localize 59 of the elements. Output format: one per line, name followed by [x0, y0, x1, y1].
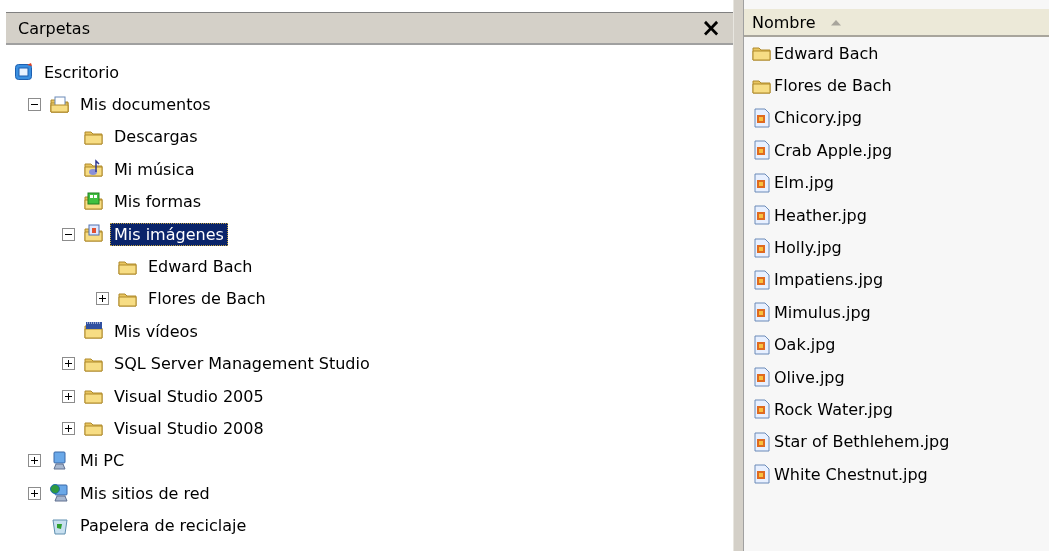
video-folder-icon: [84, 321, 104, 342]
expand-toggle-icon[interactable]: [62, 422, 75, 435]
file-list-item[interactable]: Elm.jpg: [774, 173, 834, 193]
image-file-icon: [752, 302, 772, 323]
folder-tree-item[interactable]: Mis imágenes: [110, 222, 228, 246]
file-list-item[interactable]: Edward Bach: [774, 43, 879, 63]
folder-tree-item[interactable]: Escritorio: [40, 60, 124, 84]
folder-tree-item[interactable]: Mis sitios de red: [76, 481, 214, 505]
documents-folder-icon: [50, 94, 70, 115]
close-button[interactable]: ×: [696, 16, 725, 40]
image-file-icon: [752, 107, 772, 128]
image-file-icon: [752, 367, 772, 388]
file-list-item[interactable]: Holly.jpg: [774, 238, 842, 258]
file-list-item[interactable]: Mimulus.jpg: [774, 302, 871, 322]
file-list-item[interactable]: Rock Water.jpg: [774, 400, 893, 419]
file-list-item[interactable]: Chicory.jpg: [774, 108, 862, 128]
file-list-item[interactable]: Star of Bethlehem.jpg: [774, 432, 950, 452]
folder-tree-item[interactable]: Visual Studio 2005: [110, 384, 268, 408]
image-file-icon: [752, 172, 772, 193]
collapse-toggle-icon[interactable]: [62, 227, 75, 241]
folder-tree-item[interactable]: Mis documentos: [76, 93, 215, 117]
file-list-item[interactable]: Oak.jpg: [774, 335, 836, 355]
file-list-item[interactable]: Flores de Bach: [774, 76, 892, 96]
folder-tree-item[interactable]: Mi música: [110, 157, 199, 181]
expand-toggle-icon[interactable]: [28, 486, 41, 500]
image-file-icon: [752, 334, 772, 355]
file-list-item[interactable]: Heather.jpg: [774, 205, 867, 225]
image-file-icon: [752, 140, 772, 161]
file-list-item[interactable]: Olive.jpg: [774, 367, 845, 387]
folder-tree-item[interactable]: Mis formas: [110, 190, 206, 214]
image-file-icon: [752, 269, 772, 290]
folder-tree-item[interactable]: Edward Bach: [144, 255, 257, 279]
folder-tree-item[interactable]: Visual Studio 2008: [110, 417, 268, 440]
file-list-item[interactable]: Impatiens.jpg: [774, 270, 884, 290]
music-folder-icon: [84, 159, 104, 180]
file-list-item[interactable]: White Chestnut.jpg: [774, 464, 928, 484]
expand-toggle-icon[interactable]: [62, 357, 75, 371]
network-computer-icon: [50, 483, 70, 504]
folder-tree-item[interactable]: Mi PC: [76, 449, 129, 473]
column-header[interactable]: Nombre: [744, 9, 1049, 37]
folder-tree-item[interactable]: Flores de Bach: [144, 287, 270, 311]
pictures-folder-icon: [84, 224, 104, 245]
folder-tree-item[interactable]: SQL Server Management Studio: [110, 352, 374, 376]
image-file-icon: [752, 237, 772, 258]
folder-tree-item[interactable]: Papelera de reciclaje: [76, 514, 251, 538]
file-list-item[interactable]: Crab Apple.jpg: [774, 140, 893, 160]
folder-tree-item[interactable]: Mis vídeos: [110, 319, 202, 343]
image-file-icon: [752, 205, 772, 226]
desktop-icon: [14, 62, 34, 83]
expand-toggle-icon[interactable]: [96, 292, 109, 306]
pane-title: Carpetas: [18, 18, 90, 38]
forms-folder-icon: [84, 191, 104, 212]
image-file-icon: [752, 399, 772, 420]
image-file-icon: [752, 431, 772, 452]
image-file-icon: [752, 464, 772, 485]
collapse-toggle-icon[interactable]: [28, 98, 41, 112]
folder-tree-item[interactable]: Descargas: [110, 125, 202, 149]
expand-toggle-icon[interactable]: [62, 389, 75, 403]
expand-toggle-icon[interactable]: [28, 454, 41, 468]
